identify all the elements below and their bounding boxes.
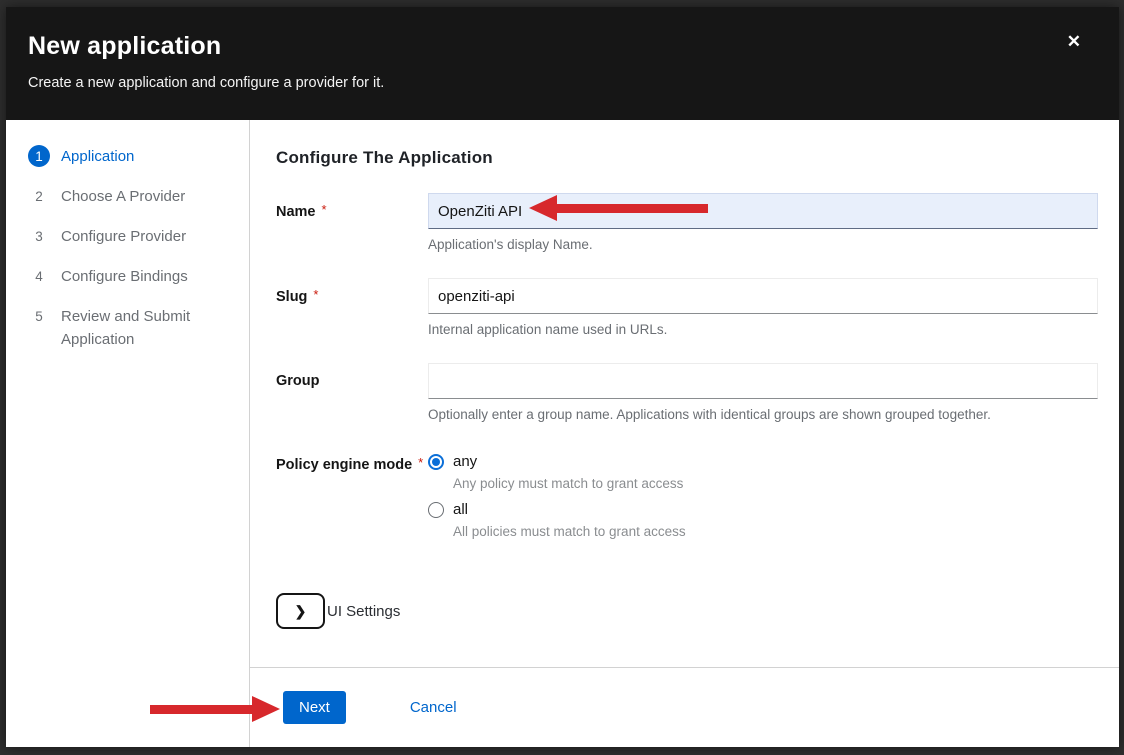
required-asterisk: *: [313, 287, 318, 302]
radio-all-label: all: [453, 501, 468, 518]
policy-engine-mode-row: Policy engine mode * any Any policy must …: [276, 453, 1098, 549]
group-form-row: Group Optionally enter a group name. App…: [276, 363, 1098, 423]
modal-title: New application: [28, 30, 1097, 62]
new-application-modal: New application Create a new application…: [6, 7, 1119, 747]
page-title: Configure The Application: [276, 148, 1098, 168]
step-label: Configure Provider: [61, 225, 186, 248]
slug-helper-text: Internal application name used in URLs.: [428, 321, 1098, 338]
step-number-badge: 2: [28, 185, 50, 207]
required-asterisk: *: [418, 455, 423, 470]
slug-label: Slug: [276, 289, 307, 305]
step-label: Review and Submit Application: [61, 305, 235, 351]
close-icon[interactable]: ✕: [1067, 33, 1081, 51]
policy-engine-mode-label: Policy engine mode: [276, 457, 412, 473]
name-label: Name: [276, 204, 316, 220]
wizard-footer: Next Cancel: [250, 667, 1119, 747]
wizard-main-content: Configure The Application Name * Applicat…: [250, 120, 1119, 667]
step-configure-bindings[interactable]: 4 Configure Bindings: [28, 265, 235, 288]
group-helper-text: Optionally enter a group name. Applicati…: [428, 406, 1098, 423]
radio-any[interactable]: [428, 454, 444, 470]
step-label: Configure Bindings: [61, 265, 188, 288]
ui-settings-section: ❯ UI Settings: [276, 593, 1098, 629]
required-asterisk: *: [322, 202, 327, 217]
name-field[interactable]: [428, 193, 1098, 229]
modal-body: 1 Application 2 Choose A Provider 3 Conf…: [6, 120, 1119, 747]
chevron-right-icon[interactable]: ❯: [276, 593, 325, 629]
step-review-submit[interactable]: 5 Review and Submit Application: [28, 305, 235, 351]
step-configure-provider[interactable]: 3 Configure Provider: [28, 225, 235, 248]
step-choose-provider[interactable]: 2 Choose A Provider: [28, 185, 235, 208]
group-field[interactable]: [428, 363, 1098, 399]
wizard-steps-nav: 1 Application 2 Choose A Provider 3 Conf…: [6, 120, 250, 747]
step-label: Application: [61, 145, 134, 168]
step-application[interactable]: 1 Application: [28, 145, 235, 168]
policy-option-any: any Any policy must match to grant acces…: [428, 453, 1098, 491]
radio-any-helper-text: Any policy must match to grant access: [453, 476, 1098, 491]
step-number-badge: 3: [28, 225, 50, 247]
step-label: Choose A Provider: [61, 185, 185, 208]
step-number-badge: 5: [28, 305, 50, 327]
group-label: Group: [276, 373, 320, 389]
slug-form-row: Slug * Internal application name used in …: [276, 278, 1098, 338]
ui-settings-label: UI Settings: [327, 603, 400, 620]
name-helper-text: Application's display Name.: [428, 236, 1098, 253]
slug-field[interactable]: [428, 278, 1098, 314]
step-number-badge: 1: [28, 145, 50, 167]
policy-option-all: all All policies must match to grant acc…: [428, 501, 1098, 539]
radio-any-label: any: [453, 453, 477, 470]
next-button[interactable]: Next: [283, 691, 346, 724]
radio-all[interactable]: [428, 502, 444, 518]
screen: New application Create a new application…: [0, 0, 1124, 755]
name-form-row: Name * Application's display Name.: [276, 193, 1098, 253]
step-number-badge: 4: [28, 265, 50, 287]
radio-all-helper-text: All policies must match to grant access: [453, 524, 1098, 539]
wizard-right-column: Configure The Application Name * Applicat…: [250, 120, 1119, 747]
modal-header: New application Create a new application…: [6, 7, 1119, 120]
modal-subtitle: Create a new application and configure a…: [28, 75, 1097, 91]
cancel-link[interactable]: Cancel: [410, 699, 457, 716]
